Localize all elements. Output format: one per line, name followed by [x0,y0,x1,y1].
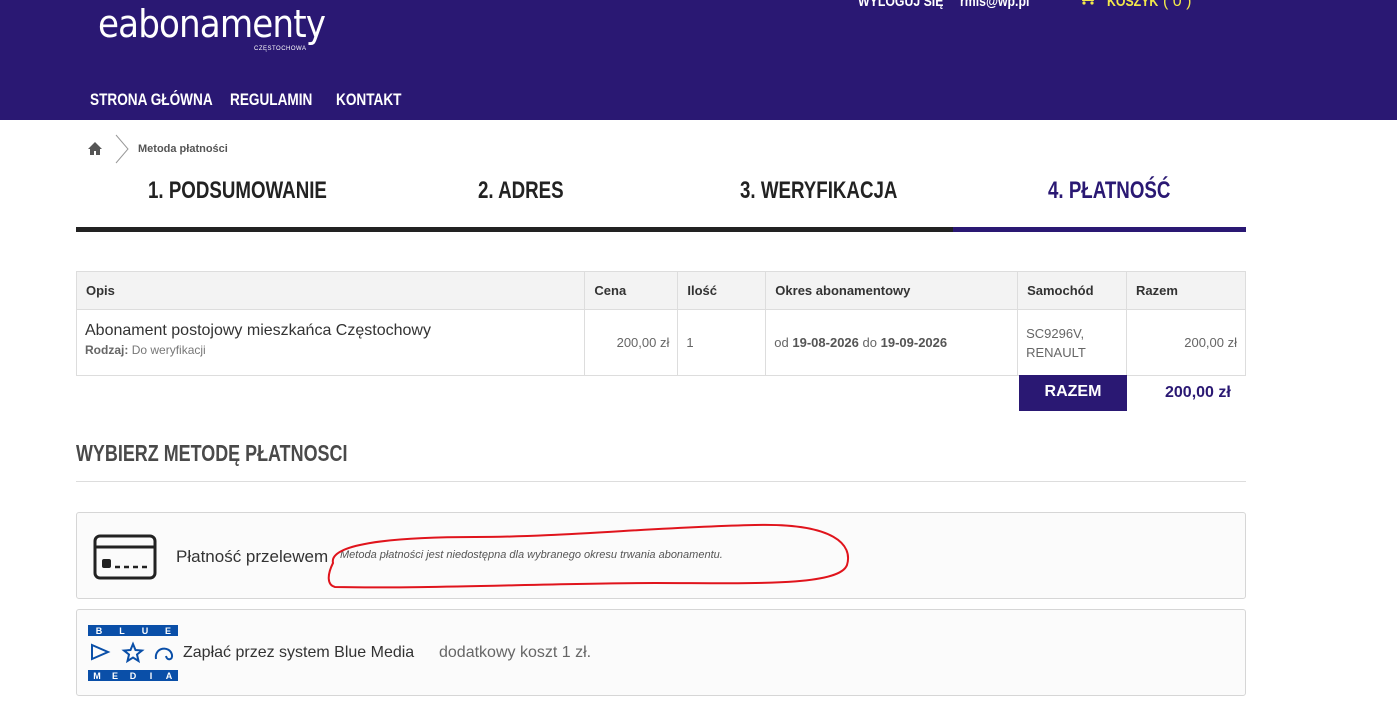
cart-link[interactable]: KOSZYK [1107,0,1158,10]
bluemedia-logo-letter: U [142,626,149,636]
col-desc: Opis [75,271,586,310]
cell-car: SC9296V, RENAULT [1017,309,1128,376]
bluemedia-logo-letter: M [93,671,101,681]
period-to-label: do [862,335,877,350]
breadcrumb-separator [115,134,129,164]
nav-home[interactable]: STRONA GŁÓWNA [90,90,213,110]
red-annotation-circle [327,523,849,589]
bluemedia-logo: B L U E M E D I A [88,625,178,681]
col-total: Razem [1126,271,1246,310]
cart-count: ( 0 ) [1163,0,1192,10]
bluemedia-logo-letter: E [165,626,171,636]
period-from-label: od [774,335,789,350]
steps-progress-active [953,227,1246,232]
bluemedia-logo-letter: L [119,626,125,636]
payment-bluemedia-label: Zapłać przez system Blue Media [183,644,415,661]
cell-desc: Abonament postojowy mieszkańca Częstocho… [75,309,586,376]
home-icon[interactable] [87,141,103,156]
bluemedia-logo-letter: D [130,671,137,681]
payment-transfer-label: Płatność przelewem [176,547,329,566]
credit-card-icon [93,534,157,580]
payment-option-bluemedia[interactable]: B L U E M E D I A Zapłać przez system Bl… [76,609,1246,696]
bluemedia-logo-letter: E [112,671,118,681]
cell-total: 200,00 zł [1126,309,1246,376]
cell-price: 200,00 zł [584,309,679,376]
nav-rules[interactable]: REGULAMIN [230,90,312,110]
bluemedia-logo-letter: I [150,671,153,681]
cell-period: od 19-08-2026 do 19-09-2026 [765,309,1019,376]
steps-progress-line [76,227,953,232]
payment-bluemedia-fee: dodatkowy koszt 1 zł. [439,644,592,661]
breadcrumb-current: Metoda płatności [138,143,228,155]
checkout-steps: 1. PODSUMOWANIE 2. ADRES 3. WERYFIKACJA … [76,175,1246,232]
step-summary[interactable]: 1. PODSUMOWANIE [148,177,327,205]
step-address[interactable]: 2. ADRES [478,177,564,205]
product-type: Rodzaj: Do weryfikacji [85,343,576,357]
top-user-bar: WYLOGUJ SIĘ rmis@wp.pl KOSZYK ( 0 ) [0,0,1397,15]
product-name: Abonament postojowy mieszkańca Częstocho… [85,322,431,339]
divider [76,481,1246,482]
payment-option-transfer[interactable]: Płatność przelewem Metoda płatności jest… [76,512,1246,599]
table-header-row: Opis Cena Ilość Okres abonamentowy Samoc… [75,271,1246,310]
sum-value: 200,00 zł [1165,384,1231,401]
user-email-link[interactable]: rmis@wp.pl [960,0,1029,10]
product-type-value: Do weryfikacji [131,343,206,357]
cart-icon[interactable] [1075,0,1097,5]
period-to: 19-09-2026 [880,335,948,350]
nav-contact[interactable]: KONTAKT [336,90,401,110]
product-type-label: Rodzaj: [85,343,129,357]
col-price: Cena [584,271,679,310]
col-qty: Ilość [677,271,767,310]
payment-section-title: WYBIERZ METODĘ PŁATNOSCI [76,440,348,466]
col-car: Samochód [1017,271,1128,310]
col-period: Okres abonamentowy [765,271,1019,310]
logo-subtitle: CZĘSTOCHOWA [254,46,307,52]
site-header: eabonamenty CZĘSTOCHOWA WYLOGUJ SIĘ rmis… [0,0,1397,120]
cell-qty: 1 [677,309,767,376]
step-verification[interactable]: 3. WERYFIKACJA [740,177,897,205]
order-table: Opis Cena Ilość Okres abonamentowy Samoc… [75,271,1246,376]
period-from: 19-08-2026 [792,335,859,350]
sum-label: RAZEM [1019,375,1127,411]
table-row: Abonament postojowy mieszkańca Częstocho… [75,309,1246,376]
logout-link[interactable]: WYLOGUJ SIĘ [858,0,943,10]
bluemedia-logo-letter: A [166,671,173,681]
car-plate: SC9296V, [1026,325,1085,341]
bluemedia-logo-letter: B [96,626,103,636]
car-make: RENAULT [1026,344,1086,360]
step-payment[interactable]: 4. PŁATNOŚĆ [1048,177,1170,205]
